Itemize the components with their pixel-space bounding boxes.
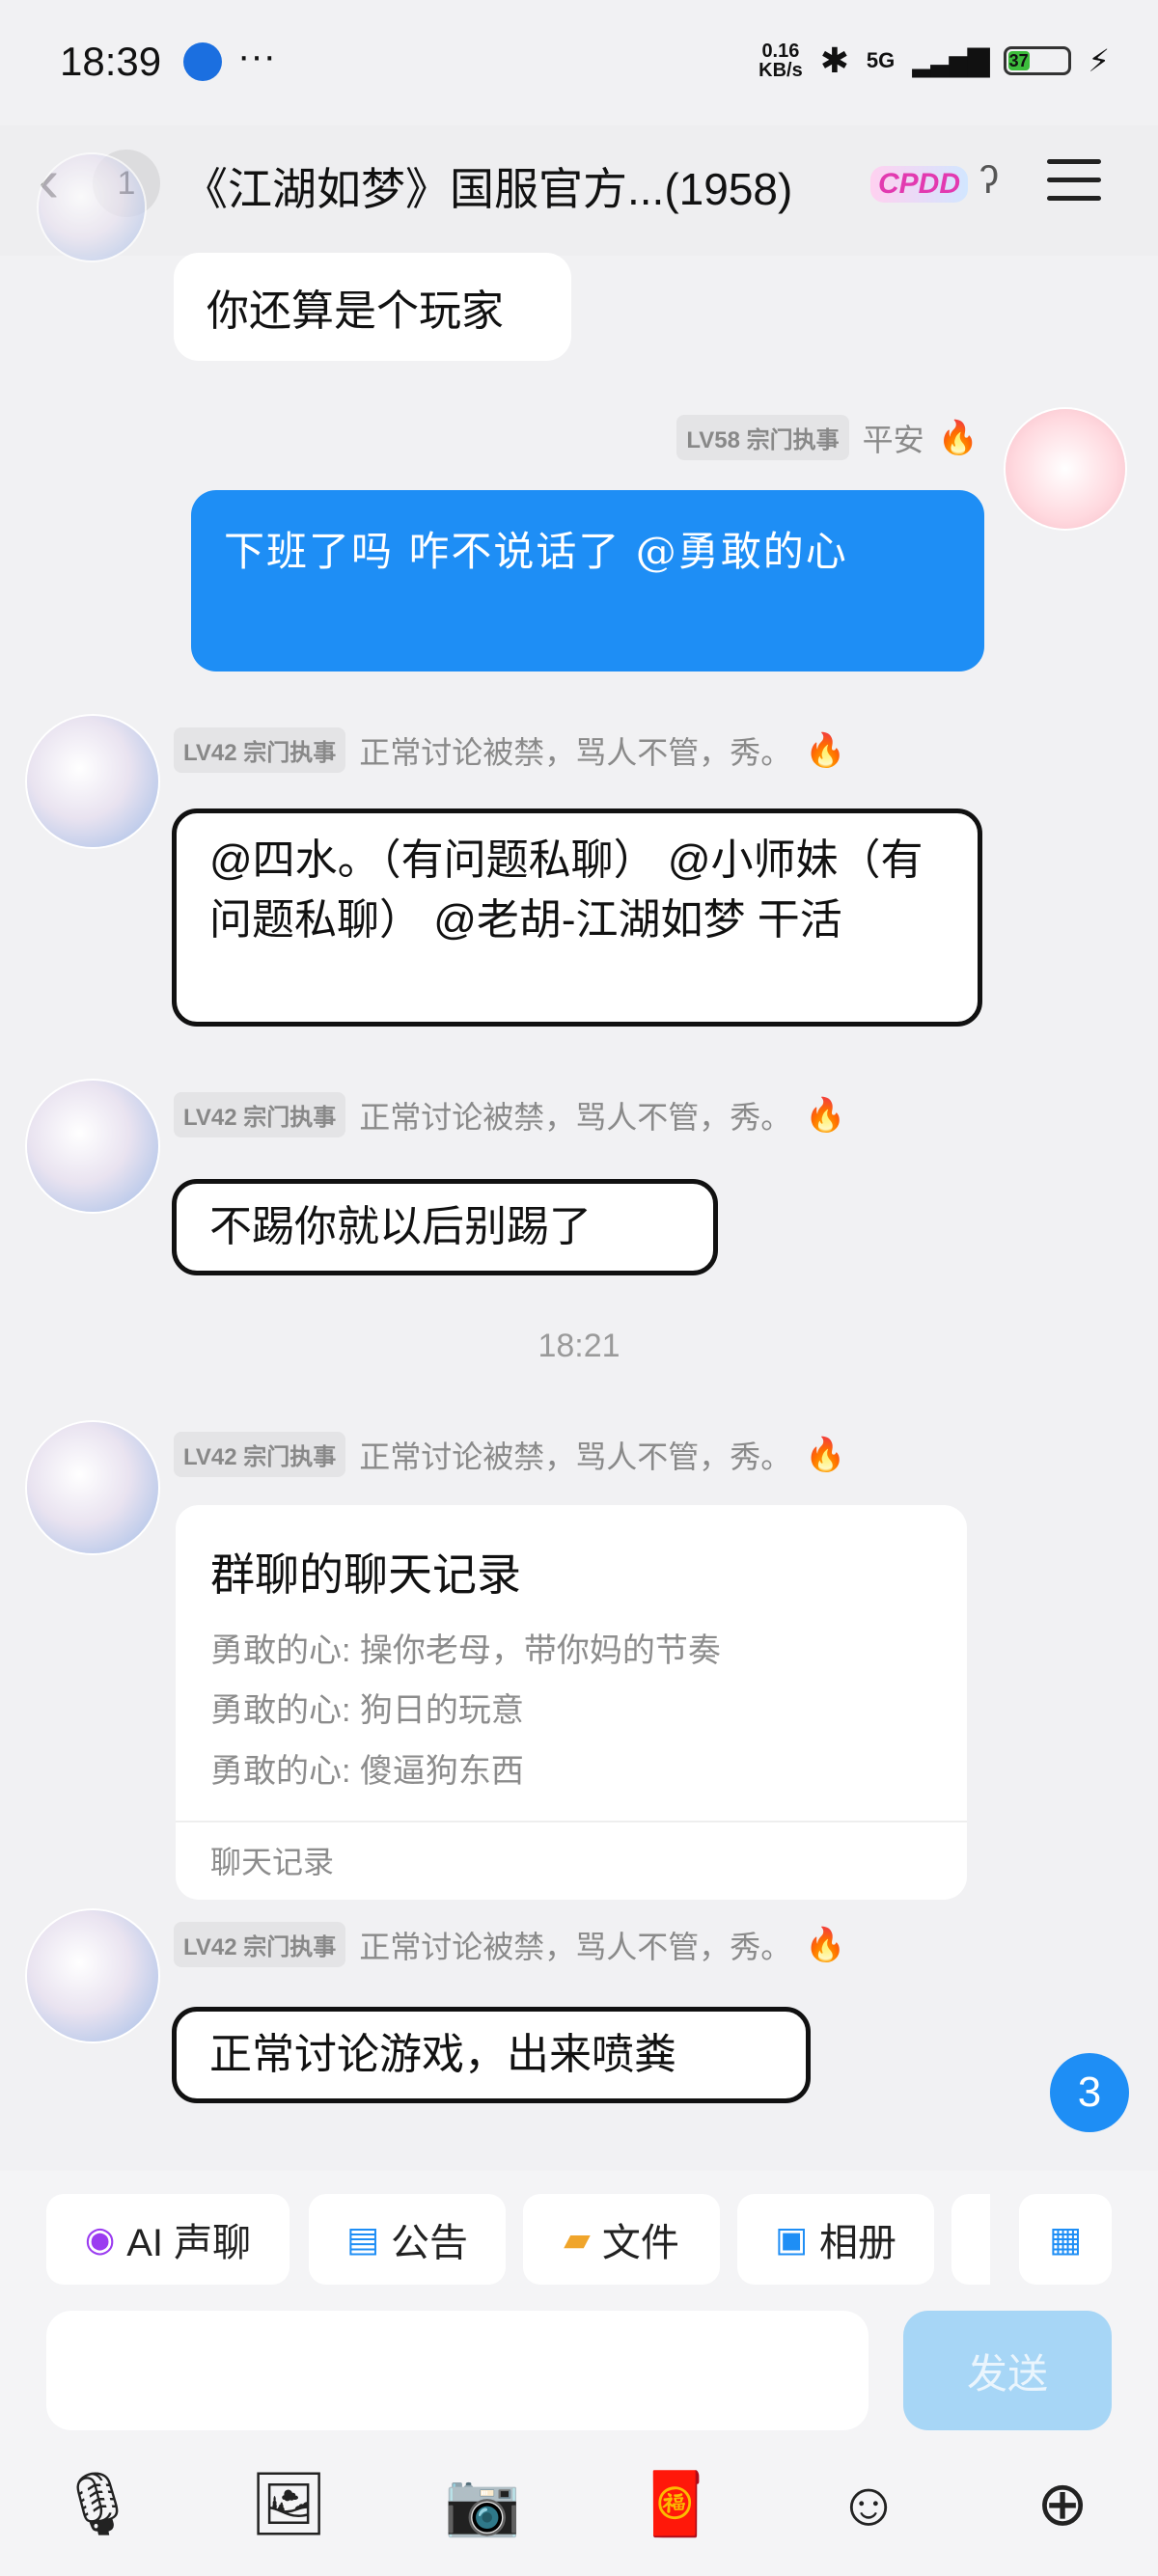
file-button[interactable]: ▰ 文件 [523, 2194, 720, 2285]
card-line: 勇敢的心: 傻逼狗东西 [210, 1752, 524, 1790]
chat-record-card[interactable]: 群聊的聊天记录 勇敢的心: 操你老母，带你妈的节奏 勇敢的心: 狗日的玩意 勇敢… [176, 1505, 967, 1901]
album-button[interactable]: ▣ 相册 [737, 2194, 934, 2285]
fire-icon: 🔥 [937, 419, 979, 456]
network-label: 5G [866, 48, 896, 72]
more-dots: ··· [237, 35, 276, 77]
apps-icon: ▦ [1048, 2219, 1082, 2259]
sender-meta: LV42 宗门执事 正常讨论被禁，骂人不管，秀。 🔥 [174, 1092, 846, 1137]
mic-icon[interactable]: 🎙 [54, 2465, 141, 2542]
sender-name: 平安 [862, 422, 924, 457]
fire-icon: 🔥 [805, 1096, 846, 1134]
image-icon[interactable]: 🖼 [245, 2465, 332, 2542]
self-avatar[interactable] [1006, 409, 1125, 529]
timestamp: 18:21 [538, 1328, 620, 1364]
fire-icon: 🔥 [805, 1926, 846, 1963]
card-line: 勇敢的心: 操你老母，带你妈的节奏 [210, 1632, 721, 1669]
menu-icon[interactable] [1047, 159, 1101, 214]
fire-icon: 🔥 [805, 731, 846, 769]
sender-meta: LV42 宗门执事 正常讨论被禁，骂人不管，秀。 🔥 [174, 1432, 846, 1477]
self-meta: LV58 宗门执事 平安 🔥 [676, 415, 979, 460]
sender-avatar[interactable] [27, 1910, 158, 2042]
charging-icon: ⚡ [1088, 43, 1110, 78]
ear-icon[interactable]: ʔ [979, 159, 999, 203]
self-message-bubble[interactable]: 下班了吗 咋不说话了 @勇敢的心 [191, 490, 984, 671]
camera-icon[interactable]: 📷 [439, 2465, 526, 2542]
ai-voice-icon: ◉ [84, 2219, 116, 2259]
message-input[interactable] [46, 2311, 868, 2430]
red-packet-icon[interactable]: 🧧 [632, 2465, 719, 2542]
apps-grid-button[interactable]: ▦ [1019, 2194, 1112, 2285]
sender-meta: LV42 宗门执事 正常讨论被禁，骂人不管，秀。 🔥 [174, 1922, 846, 1967]
sender-avatar[interactable] [27, 1422, 158, 1553]
emoji-icon[interactable]: ☺ [825, 2465, 912, 2542]
level-badge: LV58 宗门执事 [676, 415, 849, 460]
brand-tag: CPDD [870, 166, 969, 203]
card-line: 勇敢的心: 狗日的玩意 [210, 1692, 524, 1730]
card-title: 群聊的聊天记录 [210, 1549, 521, 1600]
more-actions-partial[interactable] [951, 2194, 990, 2285]
ai-voice-button[interactable]: ◉ AI 声聊 [46, 2194, 290, 2285]
signal-icon: ▂▃▅▇ [912, 44, 989, 77]
bluetooth-icon: ✱ [819, 41, 849, 80]
net-speed: 0.16 KB/s [758, 41, 803, 81]
fire-icon: 🔥 [805, 1436, 846, 1473]
battery-icon: 37 [1003, 46, 1071, 75]
message-bubble[interactable]: 不踢你就以后别踢了 [172, 1179, 718, 1275]
message-bubble[interactable]: @四水。（有问题私聊） @小师妹（有问题私聊） @老胡-江湖如梦 干活 [172, 808, 982, 1027]
plus-icon[interactable]: ⊕ [1019, 2465, 1106, 2542]
message-bubble[interactable]: 正常讨论游戏，出来喷粪 [172, 2007, 811, 2103]
announcement-button[interactable]: ▤ 公告 [309, 2194, 506, 2285]
message-bubble[interactable]: 你还算是个玩家 [174, 253, 571, 361]
card-footer: 聊天记录 [176, 1821, 967, 1900]
unread-count-bubble[interactable]: 3 [1050, 2053, 1129, 2132]
sender-avatar[interactable] [27, 716, 158, 847]
status-right: 0.16 KB/s ✱ 5G ▂▃▅▇ 37 ⚡ [758, 41, 1110, 81]
folder-icon: ▰ [564, 2219, 591, 2259]
qq-notification-icon [183, 42, 222, 81]
group-title[interactable]: 《江湖如梦》国服官方...(1958) [183, 154, 792, 218]
sender-meta: LV42 宗门执事 正常讨论被禁，骂人不管，秀。 🔥 [174, 727, 846, 773]
status-time: 18:39 [60, 39, 162, 84]
avatar[interactable] [39, 154, 145, 260]
announcement-icon: ▤ [345, 2219, 379, 2259]
album-icon: ▣ [774, 2219, 808, 2259]
send-button[interactable]: 发送 [903, 2311, 1112, 2430]
sender-avatar[interactable] [27, 1081, 158, 1212]
